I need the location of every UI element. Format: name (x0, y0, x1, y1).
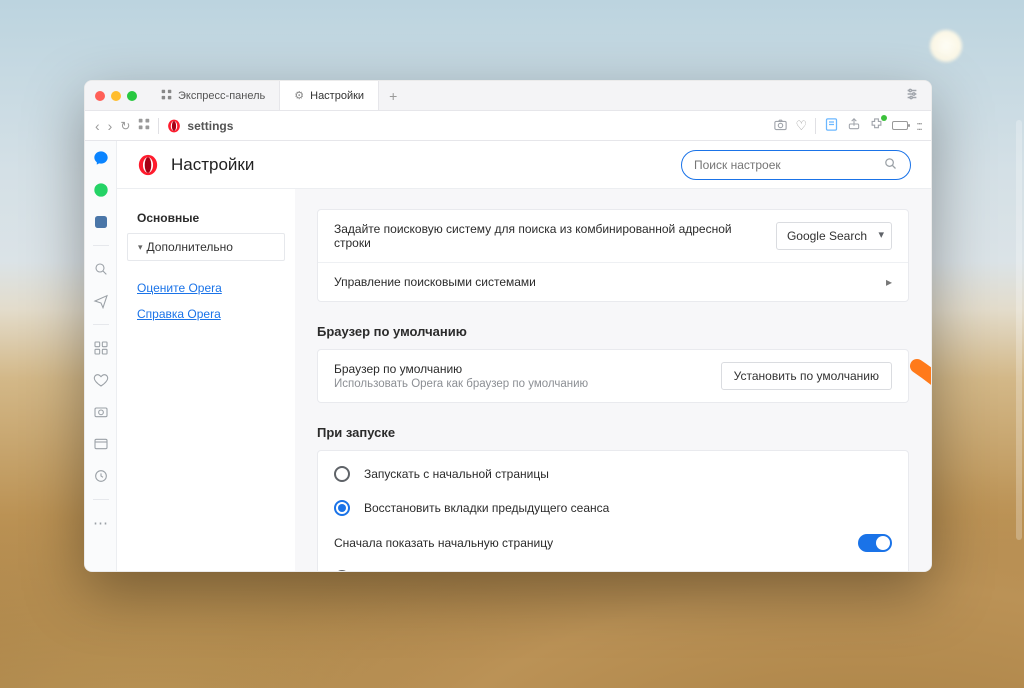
window-controls (95, 91, 137, 101)
whatsapp-icon[interactable] (92, 181, 110, 199)
annotation-arrow (907, 356, 931, 476)
sidebar-link-rate[interactable]: Оцените Opera (127, 275, 285, 301)
news-icon[interactable] (92, 339, 110, 357)
navbar: ‹ › ↻ settings ♡ (85, 111, 931, 141)
chevron-down-icon: ▾ (138, 242, 143, 253)
startup-card: Запускать с начальной страницы Восстанов… (317, 450, 909, 571)
messenger-icon[interactable] (92, 149, 110, 167)
default-browser-sub: Использовать Opera как браузер по умолча… (334, 378, 707, 390)
address-bar[interactable]: settings (167, 119, 764, 133)
extensions-icon[interactable] (869, 117, 884, 135)
bookmarks-icon[interactable] (92, 371, 110, 389)
search-engine-desc: Задайте поисковую систему для поиска из … (334, 222, 762, 250)
default-browser-title: Браузер по умолчанию (334, 362, 707, 376)
startup-opt-restore[interactable]: Восстановить вкладки предыдущего сеанса (318, 491, 908, 525)
downloads-icon[interactable] (92, 435, 110, 453)
left-rail: ⋯ (85, 141, 117, 571)
manage-search-engines-label: Управление поисковыми системами (334, 275, 872, 289)
search-icon (883, 156, 898, 174)
vk-icon[interactable] (92, 213, 110, 231)
manage-search-engines-row[interactable]: Управление поисковыми системами ▸ (318, 263, 908, 301)
rail-more-icon[interactable]: ⋯ (93, 514, 108, 532)
camera-icon[interactable] (773, 117, 788, 135)
toggle-label: Сначала показать начальную страницу (334, 536, 844, 550)
maximize-window-button[interactable] (127, 91, 137, 101)
radio-icon (334, 466, 350, 482)
startup-opt-start-page[interactable]: Запускать с начальной страницы (318, 457, 908, 491)
radio-label: Восстановить вкладки предыдущего сеанса (364, 501, 609, 515)
separator (158, 118, 159, 134)
opera-icon (167, 119, 181, 133)
settings-panel: Настройки Основные ▾ Дополнительно (117, 141, 931, 571)
reload-button[interactable]: ↻ (120, 119, 130, 133)
forward-button[interactable]: › (108, 118, 113, 134)
close-window-button[interactable] (95, 91, 105, 101)
heart-icon[interactable]: ♡ (796, 118, 808, 134)
rail-separator (93, 245, 109, 246)
search-engine-card: Задайте поисковую систему для поиска из … (317, 209, 909, 302)
radio-checked-icon (334, 500, 350, 516)
sidebar-link-help[interactable]: Справка Opera (127, 301, 285, 327)
default-browser-card: Браузер по умолчанию Использовать Opera … (317, 349, 909, 403)
settings-body: Основные ▾ Дополнительно Оцените Opera С… (117, 189, 931, 571)
browser-window: Экспресс-панель ⚙ Настройки + ‹ › ↻ sett… (84, 80, 932, 572)
radio-icon (334, 570, 350, 571)
tab-label: Экспресс-панель (178, 90, 265, 102)
navbar-right: ♡ ::: (773, 117, 922, 135)
tab-label: Настройки (310, 90, 364, 102)
sidebar-section-basic[interactable]: Основные (127, 203, 285, 233)
grid-icon (161, 89, 172, 103)
battery-icon[interactable] (892, 118, 908, 133)
speed-dial-button[interactable] (138, 118, 150, 133)
startup-opt-specific[interactable]: Открыть определенную страницу или нескол… (318, 561, 908, 571)
section-startup: При запуске (317, 425, 909, 440)
default-browser-row: Браузер по умолчанию Использовать Opera … (318, 350, 908, 402)
snapshot-icon[interactable] (92, 403, 110, 421)
search-engine-row: Задайте поисковую систему для поиска из … (318, 210, 908, 263)
content: ⋯ Настройки Основные ▾ Дополните (85, 141, 931, 571)
rail-separator (93, 324, 109, 325)
radio-label: Запускать с начальной страницы (364, 467, 549, 481)
send-icon[interactable] (92, 292, 110, 310)
rail-separator (93, 499, 109, 500)
page-scrollbar[interactable] (1016, 120, 1022, 540)
tab-settings[interactable]: ⚙ Настройки (280, 81, 379, 110)
tab-speed-dial[interactable]: Экспресс-панель (147, 81, 280, 110)
make-default-button[interactable]: Установить по умолчанию (721, 362, 892, 390)
easy-setup-icon[interactable] (905, 87, 923, 104)
chevron-right-icon: ▸ (886, 275, 892, 289)
gear-icon: ⚙ (294, 89, 304, 102)
sidebar-section-advanced[interactable]: ▾ Дополнительно (127, 233, 285, 261)
tabs: Экспресс-панель ⚙ Настройки + (147, 81, 905, 110)
search-icon[interactable] (92, 260, 110, 278)
back-button[interactable]: ‹ (95, 118, 100, 134)
settings-search[interactable] (681, 150, 911, 180)
address-text: settings (187, 119, 233, 133)
startup-show-startpage-first: Сначала показать начальную страницу (318, 525, 908, 561)
sidebar-item-label: Дополнительно (147, 240, 233, 254)
titlebar: Экспресс-панель ⚙ Настройки + (85, 81, 931, 111)
search-engine-select[interactable]: Google Search (776, 222, 892, 250)
menu-icon[interactable]: ::: (916, 118, 921, 133)
section-default-browser: Браузер по умолчанию (317, 324, 909, 339)
new-tab-button[interactable]: + (379, 88, 407, 104)
history-icon[interactable] (92, 467, 110, 485)
page-title: Настройки (171, 155, 254, 175)
settings-header: Настройки (117, 141, 931, 189)
search-input[interactable] (694, 158, 883, 172)
toggle-switch[interactable] (858, 534, 892, 552)
opera-logo-icon (137, 154, 159, 176)
sync-icon[interactable] (824, 117, 839, 135)
settings-main: Задайте поисковую систему для поиска из … (295, 189, 931, 571)
separator (815, 118, 816, 134)
minimize-window-button[interactable] (111, 91, 121, 101)
settings-sidebar: Основные ▾ Дополнительно Оцените Opera С… (117, 189, 295, 571)
section-search-heading (317, 189, 909, 199)
share-icon[interactable] (847, 117, 861, 134)
